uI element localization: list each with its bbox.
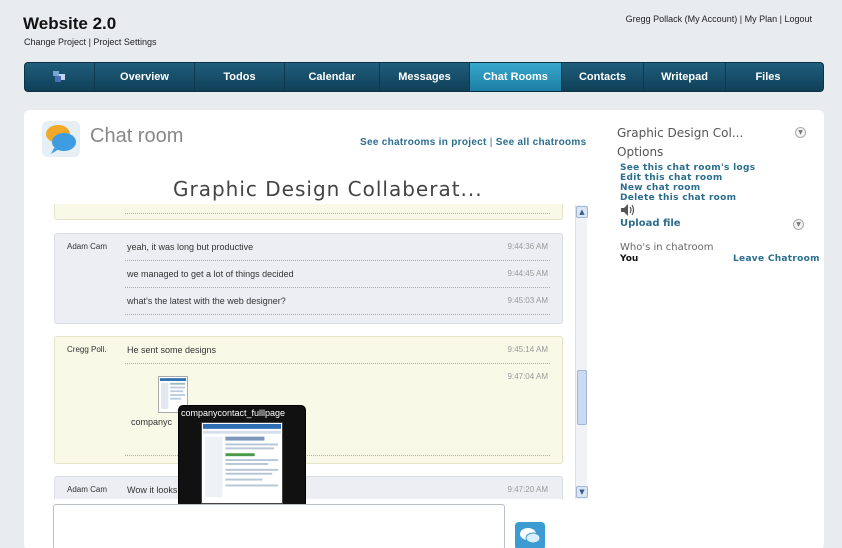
home-icon xyxy=(52,71,67,83)
sidebar-room-title: Graphic Design Col... xyxy=(617,126,744,140)
edit-room-link[interactable]: Edit this chat room xyxy=(620,173,723,183)
message-block xyxy=(54,204,563,220)
leave-chatroom-link[interactable]: Leave Chatroom xyxy=(733,254,820,264)
file-preview-tooltip: companycontact_fulllpage xyxy=(178,405,306,508)
chevron-down-icon[interactable]: ▼ xyxy=(795,127,806,138)
message-author: Adam Cam xyxy=(67,242,108,251)
project-links: Change Project | Project Settings xyxy=(24,37,156,47)
tab-chat-rooms[interactable]: Chat Rooms xyxy=(470,63,562,91)
message-time: 9:47:04 AM xyxy=(507,372,548,381)
change-project-link[interactable]: Change Project xyxy=(24,37,86,47)
message-input[interactable] xyxy=(53,504,505,548)
new-room-link[interactable]: New chat room xyxy=(620,183,700,193)
message-text: we managed to get a lot of things decide… xyxy=(127,269,294,279)
message-block: Adam Cam yeah, it was long but productiv… xyxy=(54,233,563,324)
room-name-heading: Graphic Design Collaberat... xyxy=(173,177,483,201)
message-time: 9:45:14 AM xyxy=(507,345,548,354)
logout-link[interactable]: Logout xyxy=(784,14,812,24)
message-line: what's the latest with the web designer?… xyxy=(125,288,550,315)
message-text: yeah, it was long but productive xyxy=(127,242,254,252)
scroll-up-icon[interactable]: ▲ xyxy=(576,206,588,218)
separator: | xyxy=(88,37,91,47)
chat-bubbles-icon xyxy=(42,121,80,157)
message-time: 9:44:45 AM xyxy=(507,269,548,278)
tab-writepad[interactable]: Writepad xyxy=(644,63,726,91)
message-block: Adam Cam Wow it looks aw 9:47:20 AM xyxy=(54,476,563,499)
site-title[interactable]: Website 2.0 xyxy=(23,14,116,34)
delete-room-link[interactable]: Delete this chat room xyxy=(620,193,736,203)
message-author: Adam Cam xyxy=(67,485,108,494)
options-heading: Options xyxy=(617,145,664,159)
message-scrollbar[interactable]: ▲ ▼ xyxy=(575,205,588,499)
message-text: He sent some designs xyxy=(127,345,217,355)
message-text: what's the latest with the web designer? xyxy=(127,296,286,306)
nav-home[interactable] xyxy=(25,63,95,91)
project-settings-link[interactable]: Project Settings xyxy=(93,37,156,47)
message-line xyxy=(125,204,550,214)
my-account-link[interactable]: Gregg Pollack (My Account) xyxy=(626,14,738,24)
whos-in-heading: Who's in chatroom xyxy=(620,242,714,253)
message-line: yeah, it was long but productive 9:44:36… xyxy=(125,234,550,261)
page-title: Chat room xyxy=(90,125,184,147)
send-chat-icon[interactable] xyxy=(515,522,545,548)
message-time: 9:44:36 AM xyxy=(507,242,548,251)
separator: | xyxy=(489,137,493,148)
chatroom-links: See chatrooms in project | See all chatr… xyxy=(360,137,586,148)
participant-you: You xyxy=(620,254,639,264)
attachment-filename[interactable]: companyc xyxy=(131,417,172,427)
scrollbar-thumb[interactable] xyxy=(577,370,587,425)
upload-file-link[interactable]: Upload file xyxy=(620,218,681,229)
speaker-icon[interactable] xyxy=(620,203,636,217)
message-block: Cregg Poll. He sent some designs 9:45:14… xyxy=(54,336,563,464)
tab-messages[interactable]: Messages xyxy=(380,63,470,91)
message-list[interactable]: Adam Cam yeah, it was long but productiv… xyxy=(52,204,575,499)
message-time: 9:45:03 AM xyxy=(507,296,548,305)
tab-todos[interactable]: Todos xyxy=(195,63,285,91)
see-all-chatrooms-link[interactable]: See all chatrooms xyxy=(496,137,587,148)
main-nav: Overview Todos Calendar Messages Chat Ro… xyxy=(24,62,824,92)
message-line: He sent some designs 9:45:14 AM xyxy=(125,337,550,364)
message-line: we managed to get a lot of things decide… xyxy=(125,261,550,288)
my-plan-link[interactable]: My Plan xyxy=(745,14,778,24)
separator: | xyxy=(739,14,743,24)
separator: | xyxy=(779,14,782,24)
message-time: 9:47:20 AM xyxy=(507,485,548,494)
tab-files[interactable]: Files xyxy=(726,63,810,91)
chevron-down-icon[interactable]: ▼ xyxy=(793,219,804,230)
account-links: Gregg Pollack (My Account) | My Plan | L… xyxy=(626,14,812,24)
file-preview-image xyxy=(201,422,283,504)
tooltip-title: companycontact_fulllpage xyxy=(181,408,286,418)
tab-contacts[interactable]: Contacts xyxy=(562,63,644,91)
view-logs-link[interactable]: See this chat room's logs xyxy=(620,163,755,173)
tab-calendar[interactable]: Calendar xyxy=(285,63,380,91)
message-author: Cregg Poll. xyxy=(67,345,107,354)
tab-overview[interactable]: Overview xyxy=(95,63,195,91)
scroll-down-icon[interactable]: ▼ xyxy=(576,486,588,498)
see-project-chatrooms-link[interactable]: See chatrooms in project xyxy=(360,137,487,148)
